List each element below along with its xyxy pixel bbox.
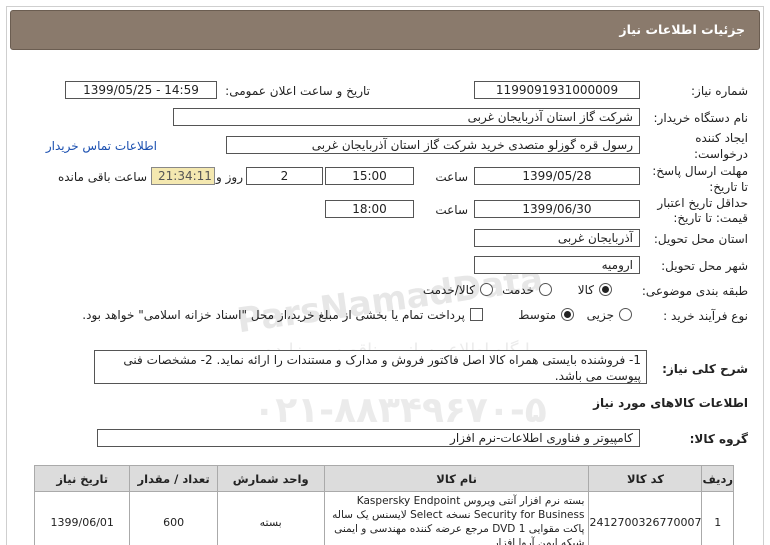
category-option-goods-service: کالا/خدمت — [422, 283, 475, 297]
page-title: جزئیات اطلاعات نیاز — [619, 22, 745, 37]
page-header: جزئیات اطلاعات نیاز — [10, 10, 760, 50]
need-number-field: 1199091931000009 — [474, 81, 640, 99]
creator-label-line1: ایجاد کننده — [695, 131, 748, 145]
category-radio-goods-service[interactable] — [480, 283, 493, 296]
description-field: 1- فروشنده بایستی همراه کالا اصل فاکتور … — [94, 350, 647, 384]
announce-datetime-field: 1399/05/25 - 14:59 — [65, 81, 217, 99]
col-header-goods-name: نام کالا — [323, 465, 590, 492]
cell-goods-name: بسته نرم افزار آنتی ویروس Kaspersky Endp… — [323, 491, 590, 545]
reply-deadline-date-field: 1399/05/28 — [474, 167, 640, 185]
description-label: شرح کلی نیاز: — [662, 362, 748, 376]
time-remaining-label: ساعت باقی مانده — [57, 170, 147, 184]
delivery-city-label: شهر محل تحویل: — [661, 259, 748, 273]
buyer-org-label: نام دستگاه خریدار: — [653, 111, 749, 125]
reply-deadline-label-line1: مهلت ارسال پاسخ: — [652, 164, 748, 178]
process-option-minor: جزیی — [586, 308, 614, 322]
reply-deadline-time-label: ساعت — [435, 170, 468, 184]
process-radio-minor[interactable] — [619, 308, 632, 321]
col-header-unit: واحد شمارش — [216, 465, 325, 492]
announce-datetime-label: تاریخ و ساعت اعلان عمومی: — [225, 84, 370, 98]
cell-quantity: 600 — [129, 491, 218, 545]
goods-section-title: اطلاعات کالاهای مورد نیاز — [593, 396, 748, 410]
process-option-medium: متوسط — [518, 308, 556, 322]
reply-deadline-time-field: 15:00 — [325, 167, 414, 185]
category-radio-service[interactable] — [539, 283, 552, 296]
treasury-checkbox[interactable] — [470, 308, 483, 321]
table-row[interactable]: 1 2412700326770007 بسته نرم افزار آنتی و… — [33, 491, 734, 545]
price-validity-label-line2: قیمت: تا تاریخ: — [673, 211, 748, 225]
buyer-org-field: شرکت گاز استان آذربایجان غربی — [173, 108, 640, 126]
category-option-service: خدمت — [502, 283, 534, 297]
cell-need-date: 1399/06/01 — [33, 491, 131, 545]
creator-label-line2: درخواست: — [694, 147, 748, 161]
buyer-contact-link[interactable]: اطلاعات تماس خریدار — [46, 139, 157, 153]
delivery-city-field: ارومیه — [474, 256, 640, 274]
goods-group-label: گروه کالا: — [689, 432, 748, 446]
category-radio-goods[interactable] — [599, 283, 612, 296]
cell-goods-code: 2412700326770007 — [588, 491, 703, 545]
purchase-process-label: نوع فرآیند خرید : — [663, 309, 748, 323]
price-validity-time-field: 18:00 — [325, 200, 414, 218]
price-validity-time-label: ساعت — [435, 203, 468, 217]
days-remaining-field: 2 — [246, 167, 323, 185]
col-header-goods-code: کد کالا — [588, 465, 703, 492]
cell-row-number: 1 — [701, 491, 734, 545]
price-validity-label-line1: حداقل تاریخ اعتبار — [657, 196, 748, 210]
col-header-need-date: تاریخ نیاز — [33, 465, 131, 492]
col-header-row-number: ردیف — [701, 465, 734, 492]
category-option-goods: کالا — [577, 283, 594, 297]
treasury-note: پرداخت تمام یا بخشی از مبلغ خرید،از محل … — [82, 308, 465, 322]
time-remaining-field: 21:34:11 — [151, 167, 215, 185]
reply-deadline-label-line2: تا تاریخ: — [709, 180, 748, 194]
table-header-row: ردیف کد کالا نام کالا واحد شمارش تعداد /… — [33, 465, 734, 492]
category-label: طبقه بندی موضوعی: — [641, 284, 748, 298]
col-header-quantity: تعداد / مقدار — [129, 465, 218, 492]
cell-unit: بسته — [216, 491, 325, 545]
days-label: روز و — [216, 170, 243, 184]
goods-table: ردیف کد کالا نام کالا واحد شمارش تعداد /… — [33, 465, 734, 545]
price-validity-date-field: 1399/06/30 — [474, 200, 640, 218]
creator-field: رسول قره گوزلو متصدی خرید شرکت گاز استان… — [226, 136, 640, 154]
process-radio-medium[interactable] — [561, 308, 574, 321]
delivery-province-label: استان محل تحویل: — [653, 232, 748, 246]
goods-group-field: کامپیوتر و فناوری اطلاعات-نرم افزار — [97, 429, 640, 447]
need-number-label: شماره نیاز: — [691, 84, 748, 98]
delivery-province-field: آذربایجان غربی — [474, 229, 640, 247]
